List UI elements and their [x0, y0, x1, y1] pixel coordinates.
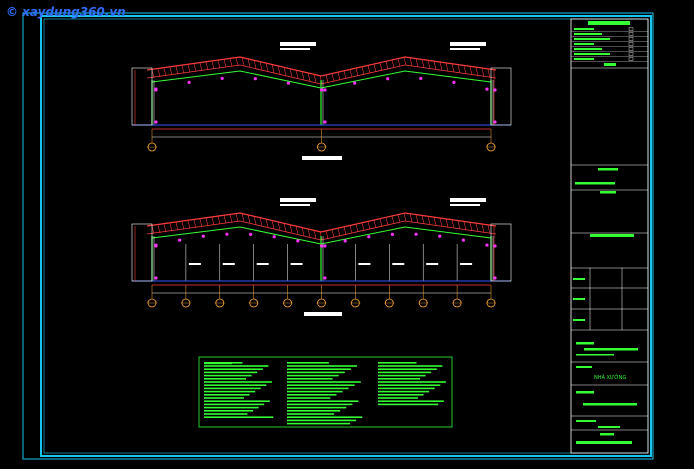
frame-elevation-top [131, 42, 512, 152]
frame-elevation-bottom [131, 198, 512, 308]
cad-drawing-sheet [22, 12, 654, 460]
inner-sheet-border [40, 15, 652, 457]
view-title-bottom [304, 312, 342, 316]
title-block [570, 18, 649, 454]
project-name-label: NHÀ XƯỞNG [594, 375, 627, 381]
view-title-top [302, 156, 342, 160]
site-watermark: © xaydung360.vn [6, 5, 126, 19]
general-notes-box [198, 356, 453, 428]
